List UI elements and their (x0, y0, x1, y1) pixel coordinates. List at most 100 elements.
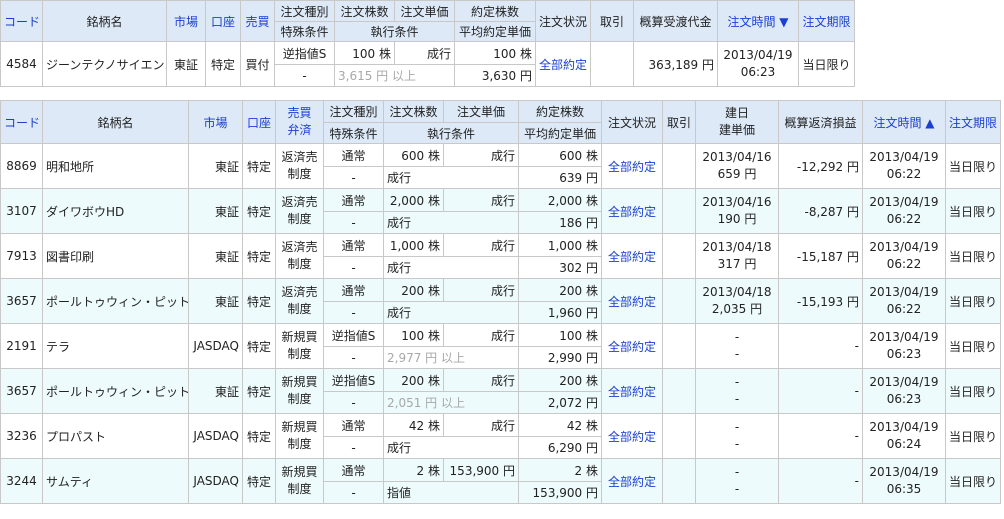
table-row: 3236 プロパスト JASDAQ 特定 新規買 制度 通常 42 株 成行 42… (0, 413, 1001, 459)
cell-price: 成行 (443, 323, 519, 347)
cell-exec-cond: 成行 (383, 436, 519, 459)
cell-qty: 100 株 (383, 323, 444, 347)
col-header-amount: 概算受渡代金 (633, 0, 718, 42)
cell-order-type: 通常 (323, 458, 384, 482)
cell-status-link[interactable]: 全部約定 (535, 41, 591, 87)
cell-name: ダイワボウHD (42, 188, 189, 234)
order-clock: 06:22 (886, 302, 922, 316)
cell-name: ポールトゥウィン・ピットクル (42, 368, 189, 414)
col-header-expiry[interactable]: 注文期限 (798, 0, 855, 42)
cell-market: 東証 (188, 143, 243, 189)
cell-status-link[interactable]: 全部約定 (601, 368, 663, 414)
settle-label: 制度 (287, 212, 312, 226)
col-header-order-type: 注文種別 (274, 0, 335, 22)
col-header-side[interactable]: 売買 弁済 (275, 100, 324, 144)
cell-price: 153,900 円 (443, 458, 519, 482)
cell-status-link[interactable]: 全部約定 (601, 188, 663, 234)
cell-special: - (323, 436, 384, 459)
col-header-status: 注文状況 (601, 100, 663, 144)
cell-qty: 100 株 (334, 41, 395, 65)
cell-avg-price: 302 円 (518, 256, 602, 279)
col-header-settle-label: 弁済 (287, 123, 312, 137)
cell-status-link[interactable]: 全部約定 (601, 233, 663, 279)
order-date: 2013/04/19 (869, 285, 939, 299)
cell-expiry: 当日限り (945, 188, 1001, 234)
cell-account: 特定 (242, 278, 276, 324)
build-date: - (734, 330, 740, 344)
cell-trade (590, 41, 634, 87)
cell-order-time: 2013/04/19 06:22 (862, 233, 946, 279)
cell-special: - (274, 64, 335, 87)
cell-expiry: 当日限り (945, 278, 1001, 324)
cell-side: 新規買 制度 (275, 413, 324, 459)
cell-status-link[interactable]: 全部約定 (601, 143, 663, 189)
cell-order-type: 通常 (323, 278, 384, 302)
cell-code: 2191 (0, 323, 43, 369)
col-header-account[interactable]: 口座 (242, 100, 276, 144)
col-header-special: 特殊条件 (274, 21, 335, 42)
cell-special: - (323, 346, 384, 369)
col-header-side[interactable]: 売買 (240, 0, 275, 42)
order-clock: 06:35 (886, 482, 922, 496)
cell-special: - (323, 211, 384, 234)
col-header-expiry[interactable]: 注文期限 (945, 100, 1001, 144)
settle-label: 制度 (287, 257, 312, 271)
cell-code: 7913 (0, 233, 43, 279)
cell-filled-qty: 600 株 (518, 143, 602, 167)
cell-exec-cond: 成行 (383, 211, 519, 234)
cell-expiry: 当日限り (945, 143, 1001, 189)
col-header-code[interactable]: コード (0, 100, 43, 144)
cell-price: 成行 (443, 143, 519, 167)
cell-market: JASDAQ (188, 323, 243, 369)
cell-status-link[interactable]: 全部約定 (601, 413, 663, 459)
cell-account: 特定 (242, 143, 276, 189)
cell-filled-qty: 2,000 株 (518, 188, 602, 212)
order-date: 2013/04/19 (869, 240, 939, 254)
cell-price: 成行 (443, 188, 519, 212)
col-header-trade: 取引 (590, 0, 634, 42)
cell-build: -- (695, 458, 779, 504)
order-clock: 06:22 (886, 167, 922, 181)
cell-order-time: 2013/04/19 06:23 (717, 41, 799, 87)
cell-pnl: -15,193 円 (778, 278, 863, 324)
col-header-market[interactable]: 市場 (188, 100, 243, 144)
cell-order-time: 2013/04/19 06:24 (862, 413, 946, 459)
cell-qty: 200 株 (383, 278, 444, 302)
build-price: 659 円 (717, 167, 757, 181)
side-label: 返済売 (281, 240, 318, 254)
build-date: - (734, 375, 740, 389)
cell-status-link[interactable]: 全部約定 (601, 323, 663, 369)
cell-code: 3657 (0, 368, 43, 414)
cell-filled-qty: 200 株 (518, 368, 602, 392)
col-header-build-date: 建日 (724, 106, 749, 120)
col-header-account[interactable]: 口座 (205, 0, 241, 42)
table-row: 7913 図書印刷 東証 特定 返済売 制度 通常 1,000 株 成行 1,00… (0, 233, 1001, 279)
cell-side: 買付 (240, 41, 275, 87)
cell-qty: 42 株 (383, 413, 444, 437)
cell-market: 東証 (188, 368, 243, 414)
cell-code: 8869 (0, 143, 43, 189)
cell-price: 成行 (443, 233, 519, 257)
build-price: - (734, 482, 740, 496)
col-header-order-time[interactable]: 注文時間 ▲ (862, 100, 946, 144)
side-label: 返済売 (281, 195, 318, 209)
settle-label: 制度 (287, 302, 312, 316)
settle-label: 制度 (287, 392, 312, 406)
cell-exec-cond: 成行 (383, 166, 519, 189)
cell-expiry: 当日限り (798, 41, 855, 87)
side-label: 返済売 (281, 150, 318, 164)
table-row: 3657 ポールトゥウィン・ピットクル 東証 特定 返済売制度 通常 200 株… (0, 278, 1001, 324)
col-header-order-time[interactable]: 注文時間 ▼ (717, 0, 799, 42)
cell-status-link[interactable]: 全部約定 (601, 458, 663, 504)
cell-build: 2013/04/18 317 円 (695, 233, 779, 279)
cell-name: サムティ (42, 458, 189, 504)
cell-name: プロパスト (42, 413, 189, 459)
order-rows: 8869 明和地所 東証 特定 返済売 制度 通常 600 株 成行 600 株 … (0, 143, 1001, 504)
cell-account: 特定 (242, 458, 276, 504)
col-header-code[interactable]: コード (0, 0, 43, 42)
cell-special: - (323, 481, 384, 504)
cell-status-link[interactable]: 全部約定 (601, 278, 663, 324)
executed-order-table-margin: コード 銘柄名 市場 口座 売買 弁済 注文種別 注文株数 注文単価 約定株数 注… (0, 100, 1001, 504)
col-header-market[interactable]: 市場 (166, 0, 206, 42)
cell-side: 新規買 制度 (275, 368, 324, 414)
